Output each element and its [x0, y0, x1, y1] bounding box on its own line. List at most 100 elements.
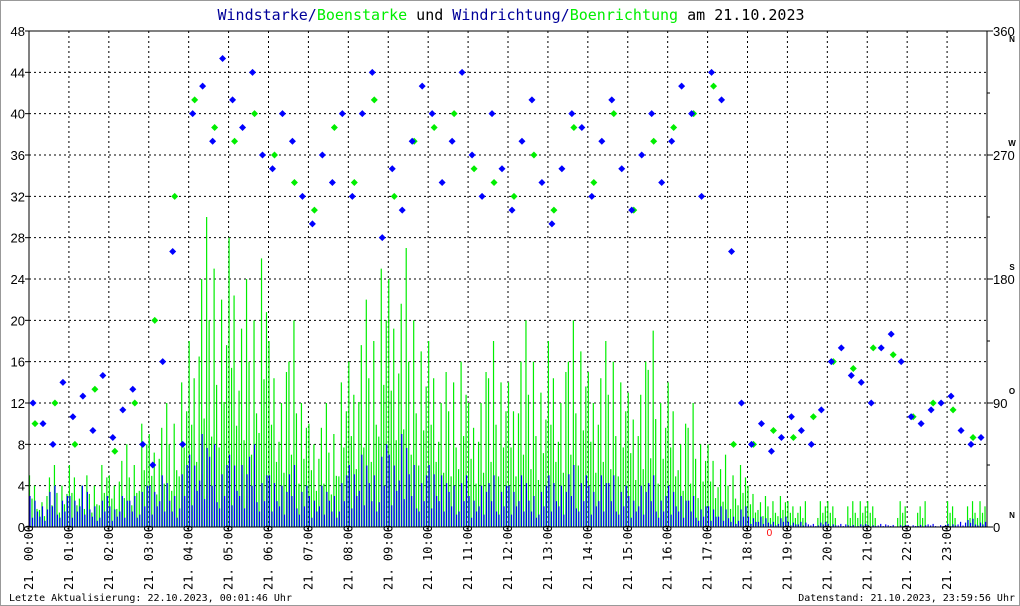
gust-direction-point — [929, 399, 937, 407]
x-tick-label: 21. 20:00 — [820, 525, 834, 590]
wind-direction-point — [59, 378, 67, 386]
y-tick-label-right: 180 — [993, 272, 1015, 287]
title-windrichtung: Windrichtung — [452, 6, 560, 24]
title-sep: / — [561, 6, 570, 24]
gust-direction-point — [510, 192, 518, 200]
wind-direction-point — [89, 427, 97, 435]
x-tick-label: 21. 03:00 — [142, 525, 156, 590]
x-tick-label: 21. 18:00 — [741, 525, 755, 590]
x-tick-label: 21. 13:00 — [541, 525, 555, 590]
compass-label: S — [1009, 263, 1015, 272]
gust-direction-point — [570, 123, 578, 131]
wind-direction-point — [328, 179, 336, 187]
data-state-text: Datenstand: 21.10.2023, 23:59:56 Uhr — [798, 593, 1015, 604]
wind-direction-point — [388, 165, 396, 173]
wind-direction-point — [219, 55, 227, 63]
wind-direction-point — [179, 440, 187, 448]
gust-direction-point — [789, 433, 797, 441]
gust-direction-point — [231, 137, 239, 145]
wind-direction-point — [937, 399, 945, 407]
wind-direction-point — [69, 413, 77, 421]
wind-direction-point — [49, 440, 57, 448]
wind-direction-point — [967, 440, 975, 448]
wind-direction-point — [977, 433, 985, 441]
gust-direction-point — [350, 179, 358, 187]
y-tick-label-right: 90 — [993, 396, 1007, 411]
compass-label: W — [1008, 139, 1016, 148]
chart-title: Windstarke/Boenstarke und Windrichtung/B… — [217, 6, 804, 24]
wind-direction-point — [618, 165, 626, 173]
wind-direction-point — [728, 247, 736, 255]
wind-direction-point — [398, 206, 406, 214]
wind-direction-point — [39, 420, 47, 428]
wind-direction-point — [787, 413, 795, 421]
wind-direction-point — [169, 247, 177, 255]
gust-direction-point — [949, 406, 957, 414]
x-tick-label: 21. 00:00 — [22, 525, 36, 590]
gust-direction-point — [330, 123, 338, 131]
y-tick-label-right: 270 — [993, 148, 1015, 163]
y-tick-label-left: 48 — [11, 24, 25, 39]
y-tick-label-left: 28 — [11, 231, 25, 246]
gust-direction-point — [610, 110, 618, 118]
wind-direction-point — [318, 151, 326, 159]
x-tick-label: 21. 19:00 — [780, 525, 794, 590]
gust-direction-point — [490, 179, 498, 187]
wind-direction-point — [119, 406, 127, 414]
y-tick-label-left: 40 — [11, 107, 25, 122]
wind-direction-point — [847, 371, 855, 379]
x-tick-label: 21. 15:00 — [621, 525, 635, 590]
gust-direction-point — [969, 433, 977, 441]
wind-direction-point — [927, 406, 935, 414]
compass-label: N — [1009, 511, 1015, 520]
gust-direction-point — [670, 123, 678, 131]
wind-direction-point — [368, 68, 376, 76]
wind-direction-point — [308, 220, 316, 228]
wind-direction-point — [668, 137, 676, 145]
wind-direction-point — [358, 110, 366, 118]
wind-direction-point — [418, 82, 426, 90]
wind-direction-point — [288, 137, 296, 145]
gust-direction-point — [889, 351, 897, 359]
y-tick-label-left: 32 — [11, 189, 25, 204]
wind-direction-point — [129, 385, 137, 393]
wind-direction-point — [578, 123, 586, 131]
wind-chart: Windstarke/Boenstarke und Windrichtung/B… — [9, 6, 1016, 604]
wind-direction-point — [278, 110, 286, 118]
title-boenstarke: Boenstarke — [317, 6, 407, 24]
wind-direction-point — [807, 440, 815, 448]
wind-direction-point — [488, 110, 496, 118]
wind-direction-point — [249, 68, 257, 76]
wind-direction-point — [468, 151, 476, 159]
gust-direction-point — [290, 179, 298, 187]
wind-direction-point — [797, 427, 805, 435]
wind-direction-point — [538, 179, 546, 187]
chart-container: Windstarke/Boenstarke und Windrichtung/B… — [0, 0, 1020, 606]
x-tick-label: 21. 16:00 — [661, 525, 675, 590]
gust-direction-point — [171, 192, 179, 200]
x-tick-label: 21. 22:00 — [900, 525, 914, 590]
y-tick-label-left: 4 — [18, 479, 25, 494]
wind-direction-point — [757, 420, 765, 428]
wind-direction-point — [109, 433, 117, 441]
wind-direction-point — [917, 420, 925, 428]
x-tick-label: 21. 07:00 — [301, 525, 315, 590]
x-tick-label: 21. 08:00 — [341, 525, 355, 590]
wind-direction-point — [378, 234, 386, 242]
wind-direction-point — [837, 344, 845, 352]
x-tick-label: 21. 11:00 — [461, 525, 475, 590]
gust-direction-point — [809, 413, 817, 421]
wind-direction-point — [548, 220, 556, 228]
x-tick-label: 21. 10:00 — [421, 525, 435, 590]
wind-direction-point — [209, 137, 217, 145]
x-tick-label: 21. 21:00 — [860, 525, 874, 590]
x-tick-label: 21. 04:00 — [182, 525, 196, 590]
x-tick-label: 21. 12:00 — [501, 525, 515, 590]
wind-direction-point — [458, 68, 466, 76]
wind-direction-point — [588, 192, 596, 200]
wind-direction-point — [159, 358, 167, 366]
wind-direction-point — [558, 165, 566, 173]
wind-direction-point — [648, 110, 656, 118]
wind-direction-point — [957, 427, 965, 435]
wind-direction-point — [598, 137, 606, 145]
